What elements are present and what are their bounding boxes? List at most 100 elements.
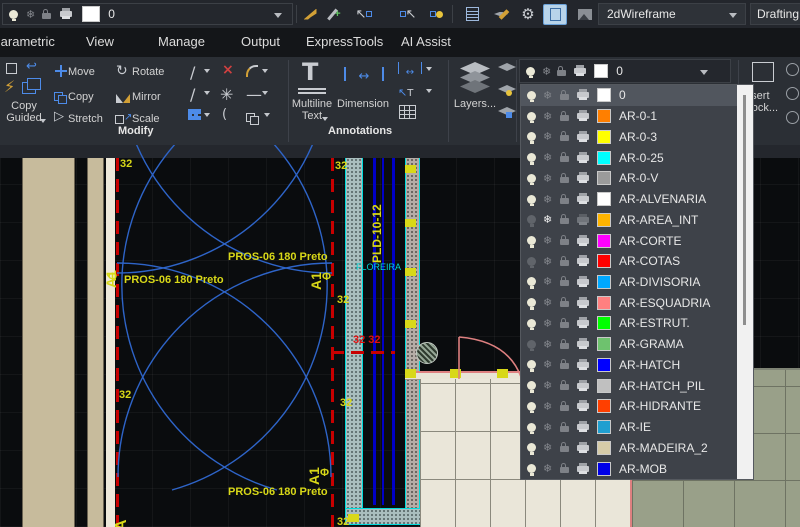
layer-row[interactable]: ❄ AR-DIVISORIA <box>521 272 737 293</box>
layer-color-swatch[interactable] <box>597 150 611 165</box>
dimension-button[interactable]: Dimension <box>334 98 392 110</box>
layer-color-swatch[interactable] <box>597 171 611 186</box>
copy-icon[interactable] <box>54 88 67 106</box>
dropdown-scrollbar[interactable] <box>737 85 753 479</box>
layer-color-swatch[interactable] <box>82 6 101 22</box>
layer-lock-icon[interactable] <box>560 442 569 453</box>
leader-icon[interactable]: ↖T <box>398 83 413 101</box>
dim-style-icon[interactable]: ↔ <box>398 62 422 78</box>
layer-freeze-icon[interactable]: ❄ <box>543 235 554 246</box>
properties-palette-icon[interactable] <box>462 4 482 24</box>
layer-freeze-icon[interactable]: ❄ <box>543 442 554 453</box>
settings-gear-icon[interactable]: ⚙ <box>518 4 538 24</box>
layer-plot-icon[interactable] <box>60 8 73 19</box>
layer-on-icon[interactable] <box>9 9 18 21</box>
layer-plot-icon[interactable] <box>577 400 589 412</box>
layer-freeze-icon[interactable]: ❄ <box>543 401 554 412</box>
layer-freeze-icon[interactable]: ❄ <box>543 152 554 163</box>
layer-row[interactable]: ❄ AR-MADEIRA_2 <box>521 437 737 458</box>
undo-curve-icon[interactable]: ↩ <box>26 59 37 74</box>
workspace-dropdown[interactable]: Drafting <box>750 3 800 25</box>
layer-on-icon[interactable] <box>527 298 536 310</box>
table-icon[interactable] <box>399 105 416 119</box>
copy-button[interactable]: Copy <box>68 91 94 103</box>
scrollbar-thumb[interactable] <box>743 95 746 325</box>
layer-plot-icon[interactable] <box>577 234 589 246</box>
layer-plot-icon[interactable] <box>577 358 589 370</box>
layer-on-icon[interactable] <box>527 194 536 207</box>
layer-lock-icon[interactable] <box>560 193 569 204</box>
layer-freeze-icon[interactable]: ❄ <box>543 131 554 142</box>
layer-control-top[interactable]: ❄ 0 <box>2 3 293 25</box>
isolate-objects-icon[interactable] <box>426 4 446 24</box>
chamfer-icon[interactable]: / <box>190 85 195 104</box>
layer-plot-icon[interactable] <box>577 130 589 142</box>
rotate-button[interactable]: Rotate <box>132 66 164 78</box>
layer-freeze-icon[interactable]: ❄ <box>543 194 554 205</box>
layer-color-swatch[interactable] <box>597 461 611 476</box>
layer-freeze-icon[interactable]: ❄ <box>543 276 554 287</box>
tab-view[interactable]: View <box>86 34 114 49</box>
layer-lock-icon[interactable] <box>557 65 567 76</box>
layer-freeze-icon[interactable]: ❄ <box>543 111 554 122</box>
quick-select-icon[interactable]: ↖ <box>354 4 374 24</box>
layer-dropdown-list[interactable]: ❄ 0 ❄ AR-0-1 ❄ AR-0-3 ❄ AR-0-25 ❄ AR-0-V ❄ AR-ALVEN… <box>520 84 754 480</box>
layer-freeze-icon[interactable]: ❄ <box>543 380 554 391</box>
layer-color-swatch[interactable] <box>597 316 611 331</box>
layer-color-swatch[interactable] <box>597 295 611 310</box>
measure-icon[interactable]: — <box>246 85 262 104</box>
layer-lock-icon[interactable] <box>560 172 569 183</box>
layer-row[interactable]: ❄ AR-ALVENARIA <box>521 189 737 210</box>
layer-row[interactable]: ❄ AR-0-1 <box>521 106 737 127</box>
fillet-icon[interactable] <box>246 65 258 77</box>
layer-on-icon[interactable] <box>527 422 536 435</box>
layer-on-icon[interactable] <box>527 381 536 393</box>
layer-freeze-icon[interactable]: ❄ <box>543 297 554 308</box>
layer-plot-icon[interactable] <box>577 421 589 433</box>
layer-on-icon[interactable] <box>527 236 536 248</box>
stretch-button[interactable]: Stretch <box>68 113 103 125</box>
mirror-icon[interactable] <box>116 90 130 108</box>
layer-freeze-icon[interactable]: ❄ <box>543 463 554 474</box>
layer-color-swatch[interactable] <box>597 109 611 124</box>
tab-ai-assist[interactable]: AI Assist <box>401 34 451 49</box>
stretch-icon[interactable]: ▷ <box>54 109 64 124</box>
layer-plot-icon[interactable] <box>577 151 589 163</box>
layer-freeze-icon[interactable]: ❄ <box>543 173 554 184</box>
copy-guided-icon[interactable] <box>22 78 41 99</box>
layer-plot-icon[interactable] <box>577 379 589 391</box>
copy-nested-icon[interactable] <box>246 109 259 127</box>
revcloud-icon[interactable]: ( <box>222 107 227 122</box>
layer-lock-icon[interactable] <box>560 400 569 411</box>
layer-on-icon[interactable] <box>527 339 536 352</box>
layer-color-swatch[interactable] <box>597 192 611 207</box>
layer-row[interactable]: ❄ AR-IE <box>521 417 737 438</box>
match-properties-icon[interactable] <box>300 4 320 24</box>
render-image-icon[interactable] <box>575 4 595 24</box>
layer-lock-icon[interactable] <box>560 255 569 266</box>
move-button[interactable]: Move <box>68 66 95 78</box>
layer-plot-icon[interactable] <box>577 275 589 287</box>
layer-on-icon[interactable] <box>527 215 536 227</box>
erase-icon[interactable]: × <box>222 62 234 78</box>
layer-plot-icon[interactable] <box>574 65 587 76</box>
layer-on-icon[interactable] <box>527 90 536 103</box>
layer-row[interactable]: ❄ AR-0-V <box>521 168 737 189</box>
layer-on-icon[interactable] <box>527 256 536 269</box>
layer-plot-icon[interactable] <box>577 172 589 184</box>
layer-row[interactable]: ❄ AR-GRAMA <box>521 334 737 355</box>
layer-row[interactable]: ❄ AR-HATCH <box>521 355 737 376</box>
layer-lock-icon[interactable] <box>560 110 569 121</box>
layer-color-swatch[interactable] <box>597 233 611 248</box>
insert-block-icon[interactable] <box>752 62 774 87</box>
layer-search-icon[interactable] <box>498 63 516 71</box>
chevron-down-icon[interactable] <box>274 13 282 18</box>
layer-row[interactable]: ❄ AR-AREA_INT <box>521 209 737 230</box>
layer-color-swatch[interactable] <box>597 378 611 393</box>
layer-lock-icon[interactable] <box>42 8 52 19</box>
layer-freeze-icon[interactable]: ❄ <box>543 256 554 267</box>
layer-on-icon[interactable] <box>526 66 535 78</box>
layer-color-swatch[interactable] <box>597 337 611 352</box>
visual-style-dropdown[interactable]: 2dWireframe <box>598 3 746 25</box>
layer-plot-icon[interactable] <box>577 296 589 308</box>
